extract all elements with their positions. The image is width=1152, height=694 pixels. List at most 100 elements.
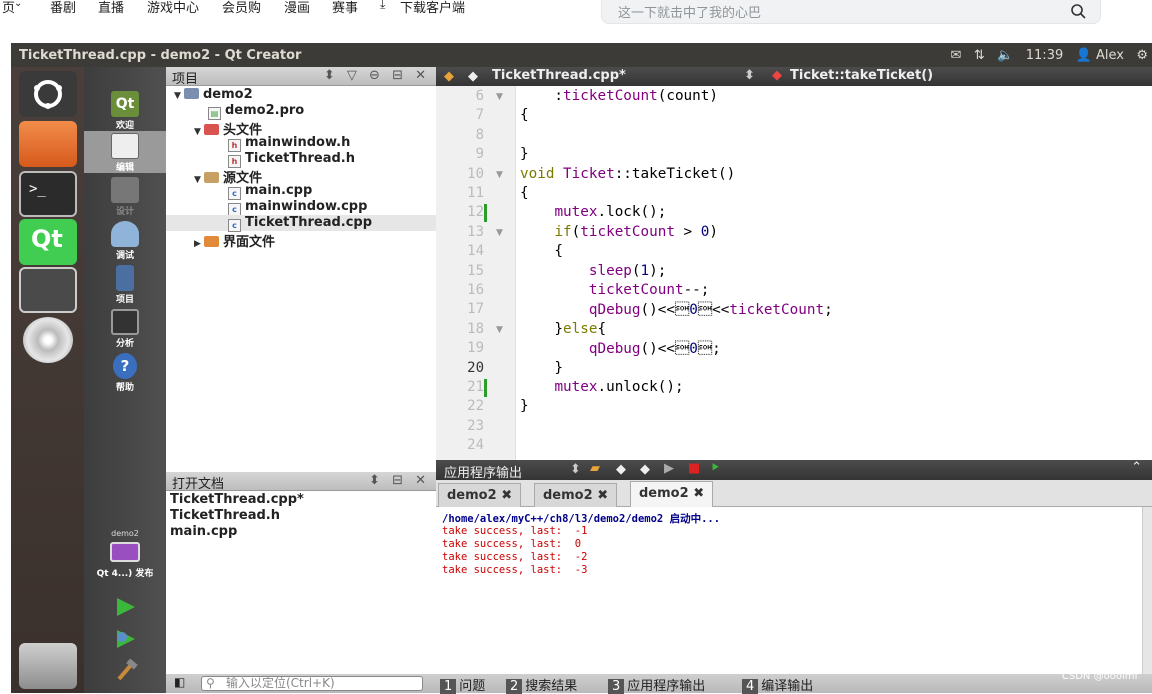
user-name[interactable]: Alex bbox=[1096, 48, 1124, 63]
code-line[interactable]: void Ticket::takeTicket() bbox=[520, 166, 735, 182]
output-tab-active[interactable]: demo2 ✖ bbox=[630, 481, 714, 507]
fold-marker-icon[interactable]: ▼ bbox=[496, 228, 503, 238]
tree-item-demo2[interactable]: ▼ demo2 bbox=[174, 87, 253, 103]
code-editor[interactable]: 6 ▼ 7 8 9 10 ▼ 11 12 13 ▼ 14 15 16 17 18 ▼ 19 20 21 22 23 24 :… bbox=[436, 86, 1152, 460]
locator-input[interactable]: ⚲ 输入以定位(Ctrl+K) bbox=[201, 676, 423, 691]
mode-welcome[interactable]: Qt 欢迎 bbox=[84, 89, 166, 131]
pane-selector-arrows[interactable]: ⬍ bbox=[570, 462, 581, 477]
expand-arrow-icon[interactable]: ▼ bbox=[194, 175, 204, 185]
code-line[interactable]: qDebug()<<0; bbox=[520, 340, 721, 357]
mode-edit[interactable]: 编辑 bbox=[84, 131, 166, 173]
nav-item-comics[interactable]: 漫画 bbox=[284, 0, 310, 16]
dvd-icon[interactable] bbox=[23, 317, 73, 363]
search-icon[interactable] bbox=[1070, 3, 1086, 19]
close-icon[interactable]: ✖ bbox=[501, 488, 512, 503]
mode-help[interactable]: ? 帮助 bbox=[84, 351, 166, 393]
code-line[interactable]: { bbox=[520, 243, 563, 259]
previous-icon[interactable]: ◆ bbox=[616, 462, 626, 477]
rerun-icon[interactable]: ▶ bbox=[664, 461, 674, 476]
search-input[interactable]: 这一下就击中了我的心巴 bbox=[601, 0, 1101, 24]
tree-item-forms[interactable]: ▶ 界面文件 bbox=[194, 231, 275, 250]
stop-icon[interactable]: ■ bbox=[688, 461, 700, 476]
mode-design[interactable]: 设计 bbox=[84, 175, 166, 217]
maximize-pane-icon[interactable]: ⌃ bbox=[1131, 460, 1142, 475]
close-icon[interactable]: ✖ bbox=[597, 488, 608, 503]
mode-debug[interactable]: 调试 bbox=[84, 219, 166, 261]
code-line[interactable]: { bbox=[520, 107, 529, 123]
code-line[interactable]: }else{ bbox=[520, 321, 606, 337]
pane-controls[interactable]: ⬍ ⊟ ✕ bbox=[369, 473, 430, 488]
tree-item-headers[interactable]: ▼ 头文件 bbox=[194, 119, 262, 138]
mode-analyze[interactable]: 分析 bbox=[84, 307, 166, 349]
workspace-switcher-icon[interactable] bbox=[19, 267, 77, 313]
gear-icon[interactable]: ⚙ bbox=[1136, 48, 1148, 63]
fold-marker-icon[interactable]: ▼ bbox=[496, 92, 503, 102]
code-line[interactable]: mutex.unlock(); bbox=[520, 379, 683, 395]
symbol-selector[interactable]: Ticket::takeTicket() bbox=[790, 68, 933, 83]
output-tab[interactable]: demo2 ✖ bbox=[534, 483, 618, 507]
mode-projects[interactable]: 项目 bbox=[84, 263, 166, 305]
code-line[interactable]: sleep(1); bbox=[520, 263, 666, 279]
tree-item-mainwindow-h[interactable]: h mainwindow.h bbox=[228, 135, 350, 152]
fold-marker-icon[interactable]: ▼ bbox=[496, 170, 503, 180]
chevron-down-icon[interactable]: ⌄ bbox=[14, 0, 22, 9]
toggle-sidebar-icon[interactable]: ◧ bbox=[174, 675, 185, 689]
code-line[interactable]: mutex.lock(); bbox=[520, 204, 666, 220]
tree-item-mainwindow-cpp[interactable]: c mainwindow.cpp bbox=[228, 199, 367, 216]
bottom-tab-search-results[interactable]: 2 搜索结果 bbox=[506, 675, 577, 694]
expand-arrow-icon[interactable]: ▶ bbox=[194, 239, 204, 249]
code-line[interactable]: ticketCount--; bbox=[520, 282, 710, 298]
network-icon[interactable]: ⇅ bbox=[974, 48, 985, 63]
attach-icon[interactable]: ⯈ bbox=[710, 461, 720, 476]
code-line[interactable]: } bbox=[520, 398, 529, 414]
qt-creator-icon[interactable]: Qt bbox=[19, 219, 77, 265]
nav-item-anime[interactable]: 番剧 bbox=[50, 0, 76, 16]
forward-arrow-icon[interactable]: ◆ bbox=[468, 69, 478, 84]
run-button[interactable] bbox=[84, 597, 166, 621]
nav-item-vip-shop[interactable]: 会员购 bbox=[222, 0, 261, 16]
clock[interactable]: 11:39 bbox=[1026, 48, 1063, 63]
mail-icon[interactable]: ✉ bbox=[951, 48, 962, 63]
debug-run-button[interactable] bbox=[84, 629, 166, 653]
nav-item-events[interactable]: 赛事 bbox=[332, 0, 358, 16]
bottom-tab-app-output[interactable]: 3 应用程序输出 bbox=[608, 675, 705, 694]
download-icon[interactable]: ⤓ bbox=[380, 0, 385, 12]
files-icon[interactable] bbox=[19, 121, 77, 167]
output-tab[interactable]: demo2 ✖ bbox=[438, 483, 522, 507]
clear-output-icon[interactable]: ▰ bbox=[590, 461, 600, 476]
code-line[interactable]: qDebug()<<0<<ticketCount; bbox=[520, 301, 833, 318]
build-button[interactable] bbox=[84, 658, 166, 683]
nav-item-download-client[interactable]: 下载客户端 bbox=[400, 0, 465, 16]
output-scrollbar[interactable] bbox=[1142, 507, 1152, 674]
tree-item-ticketthread-h[interactable]: h TicketThread.h bbox=[228, 151, 355, 168]
application-output[interactable]: /home/alex/myC++/ch8/l3/demo2/demo2 启动中.… bbox=[436, 507, 1152, 674]
expand-arrow-icon[interactable]: ▼ bbox=[174, 91, 184, 101]
editor-file-tab[interactable]: TicketThread.cpp* bbox=[492, 68, 626, 83]
open-doc-item[interactable]: main.cpp bbox=[170, 524, 237, 539]
tree-item-main-cpp[interactable]: c main.cpp bbox=[228, 183, 312, 200]
tree-item-demo2-pro[interactable]: ▤ demo2.pro bbox=[208, 103, 304, 120]
bottom-tab-compile-output[interactable]: 4 编译输出 bbox=[742, 675, 813, 694]
ubuntu-dash-icon[interactable] bbox=[19, 71, 77, 117]
code-line[interactable]: :ticketCount(count) bbox=[520, 88, 718, 104]
code-line[interactable]: { bbox=[520, 185, 529, 201]
output-pane-title[interactable]: 应用程序输出 bbox=[444, 462, 522, 481]
open-doc-item[interactable]: TicketThread.h bbox=[170, 508, 280, 523]
pane-controls[interactable]: ⬍ ▽ ⊖ ⊟ ✕ bbox=[324, 68, 430, 83]
project-pane-title[interactable]: 项目 bbox=[172, 68, 198, 87]
expand-arrow-icon[interactable]: ▼ bbox=[194, 127, 204, 137]
open-docs-title[interactable]: 打开文档 bbox=[172, 473, 224, 492]
fold-marker-icon[interactable]: ▼ bbox=[496, 325, 503, 335]
open-doc-item[interactable]: TicketThread.cpp* bbox=[170, 492, 304, 507]
nav-item-games[interactable]: 游戏中心 bbox=[147, 0, 199, 16]
tree-item-sources[interactable]: ▼ 源文件 bbox=[194, 167, 262, 186]
close-icon[interactable]: ✖ bbox=[693, 486, 704, 501]
nav-item-live[interactable]: 直播 bbox=[98, 0, 124, 16]
target-selector[interactable]: demo2 Qt 4...) 发布 bbox=[84, 529, 166, 589]
volume-icon[interactable]: 🔈 bbox=[997, 48, 1013, 63]
trash-icon[interactable] bbox=[19, 643, 77, 689]
tree-item-ticketthread-cpp[interactable]: c TicketThread.cpp bbox=[166, 215, 436, 232]
back-arrow-icon[interactable]: ◆ bbox=[444, 69, 454, 84]
code-line[interactable]: } bbox=[520, 360, 563, 376]
terminal-icon[interactable]: >_ bbox=[19, 171, 77, 217]
